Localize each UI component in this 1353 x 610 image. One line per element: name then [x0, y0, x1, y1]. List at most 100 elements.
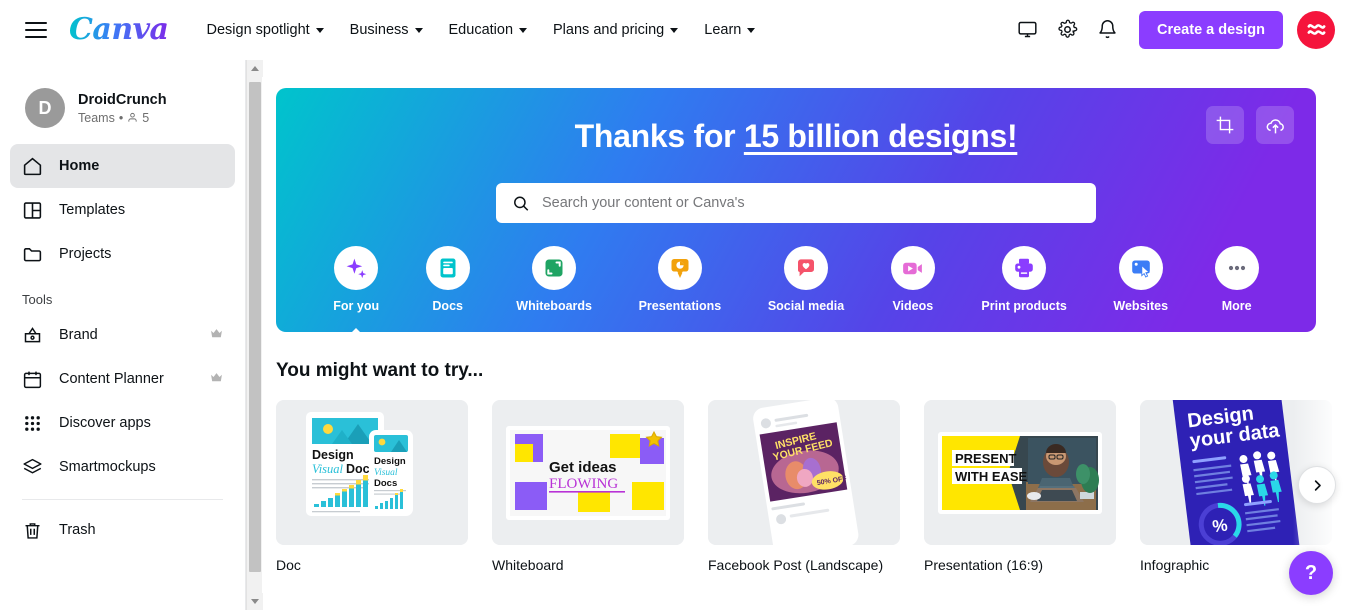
svg-text:Visual: Visual	[374, 468, 398, 478]
sparkle-icon	[334, 246, 379, 290]
category-for-you[interactable]: For you	[333, 246, 380, 332]
carousel-next-button[interactable]	[1298, 466, 1336, 504]
svg-text:Visual: Visual	[312, 462, 344, 476]
more-dots-icon	[1214, 246, 1259, 290]
hero-title-highlight: 15 billion designs!	[743, 118, 1018, 154]
gear-icon[interactable]	[1047, 10, 1087, 50]
search-input[interactable]	[542, 195, 1080, 211]
sidebar-item-label: Discover apps	[59, 415, 151, 431]
section-title: You might want to try...	[276, 360, 484, 381]
crop-design-icon[interactable]	[1206, 106, 1244, 144]
nav-label: Education	[448, 21, 514, 38]
hero-action-buttons	[1206, 106, 1294, 144]
sidebar-item-brand[interactable]: Brand	[10, 313, 235, 357]
team-type-label: Teams	[78, 110, 115, 125]
category-more[interactable]: More	[1214, 246, 1259, 313]
sidebar-tools-list: Brand Content Planner Discover apps Smar…	[0, 313, 245, 489]
separator-dot: •	[118, 110, 124, 125]
templates-icon	[23, 201, 42, 219]
crown-premium-icon	[210, 326, 223, 344]
svg-text:FLOWING: FLOWING	[549, 476, 618, 492]
chevron-down-icon	[414, 28, 423, 33]
category-label: Presentations	[638, 299, 722, 313]
scroll-up-arrow-icon[interactable]	[247, 60, 263, 77]
category-label: Print products	[981, 299, 1067, 313]
hamburger-menu-icon[interactable]	[25, 21, 47, 38]
category-label: More	[1221, 299, 1252, 313]
team-name: DroidCrunch	[78, 92, 167, 109]
sidebar-scrollbar[interactable]	[246, 60, 263, 610]
template-card-whiteboard[interactable]: Get ideas FLOWING Whiteboard	[492, 400, 684, 573]
sidebar-item-label: Brand	[59, 327, 98, 343]
create-a-design-button[interactable]: Create a design	[1139, 10, 1283, 49]
team-selector[interactable]: D DroidCrunch Teams • 5	[0, 60, 245, 128]
team-avatar: D	[25, 88, 65, 128]
calendar-icon	[23, 371, 42, 388]
cursor-screen-icon	[1118, 246, 1163, 290]
category-label: Docs	[432, 299, 463, 313]
category-videos[interactable]: Videos	[890, 246, 935, 313]
category-docs[interactable]: Docs	[425, 246, 470, 313]
chevron-down-icon	[670, 28, 679, 33]
chevron-right-icon	[1314, 479, 1321, 491]
scroll-down-arrow-icon[interactable]	[247, 593, 263, 610]
category-label: Videos	[892, 299, 934, 313]
layers-icon	[23, 458, 42, 473]
nav-item-plans-and-pricing[interactable]: Plans and pricing	[553, 22, 679, 38]
printer-icon	[1002, 246, 1047, 290]
user-avatar[interactable]	[1297, 10, 1335, 49]
scrollbar-thumb[interactable]	[249, 82, 261, 572]
hero-category-row: For you Docs Whiteboards Presentations S…	[276, 246, 1316, 332]
sidebar-item-label: Smartmockups	[59, 459, 156, 475]
presentation-icon	[657, 246, 702, 290]
cloud-upload-icon[interactable]	[1256, 106, 1294, 144]
category-websites[interactable]: Websites	[1113, 246, 1168, 313]
category-print-products[interactable]: Print products	[981, 246, 1067, 313]
sidebar-item-label: Trash	[59, 522, 96, 538]
svg-text:WITH EASE: WITH EASE	[955, 469, 1028, 484]
sidebar-item-label: Templates	[59, 202, 126, 218]
monitor-icon[interactable]	[1007, 10, 1047, 50]
svg-text:Design: Design	[374, 456, 406, 467]
category-label: Social media	[767, 299, 845, 313]
home-icon	[23, 157, 42, 175]
sidebar-item-templates[interactable]: Templates	[10, 188, 235, 232]
hero-search-bar[interactable]	[496, 183, 1096, 223]
trash-icon	[25, 522, 40, 539]
doc-thumb: Design Visual Docs Design Visual Docs	[276, 400, 468, 545]
sidebar-item-content-planner[interactable]: Content Planner	[10, 357, 235, 401]
category-presentations[interactable]: Presentations	[638, 246, 722, 313]
card-label: Facebook Post (Landscape)	[708, 557, 884, 573]
sidebar-item-home[interactable]: Home	[10, 144, 235, 188]
sidebar-item-trash[interactable]: Trash	[10, 508, 235, 552]
sidebar-item-discover-apps[interactable]: Discover apps	[10, 401, 235, 445]
category-social-media[interactable]: Social media	[768, 246, 844, 313]
sidebar-item-smartmockups[interactable]: Smartmockups	[10, 445, 235, 489]
sidebar-item-projects[interactable]: Projects	[10, 232, 235, 276]
card-label: Whiteboard	[492, 557, 564, 573]
category-whiteboards[interactable]: Whiteboards	[516, 246, 592, 313]
template-card-presentation[interactable]: PRESENT WITH EASE Presentation (16:9)	[924, 400, 1116, 573]
hero-title: Thanks for 15 billion designs!	[276, 118, 1316, 155]
nav-item-design-spotlight[interactable]: Design spotlight	[207, 22, 324, 38]
bell-icon[interactable]	[1087, 10, 1127, 50]
svg-text:Design: Design	[312, 448, 354, 462]
nav-item-learn[interactable]: Learn	[704, 22, 756, 38]
crown-premium-icon	[210, 370, 223, 388]
template-card-doc[interactable]: Design Visual Docs Design Visual Docs Do…	[276, 400, 468, 573]
card-label: Doc	[276, 557, 301, 573]
sidebar-item-label: Projects	[59, 246, 112, 262]
template-card-facebook-post[interactable]: INSPIRE YOUR FEED 50% OFF Facebook Post …	[708, 400, 900, 573]
sidebar-nav-list: Home Templates Projects	[0, 144, 245, 276]
team-subtitle: Teams • 5	[78, 111, 167, 125]
category-label: For you	[333, 299, 380, 313]
nav-item-education[interactable]: Education	[449, 22, 528, 38]
heart-chat-icon	[784, 246, 829, 290]
presentation-thumb: PRESENT WITH EASE	[924, 400, 1116, 545]
svg-text:%: %	[1211, 515, 1228, 536]
nav-item-business[interactable]: Business	[350, 22, 423, 38]
help-button[interactable]: ?	[1289, 551, 1333, 595]
whiteboard-thumb: Get ideas FLOWING	[492, 400, 684, 545]
canva-logo[interactable]: Canva	[69, 12, 169, 47]
card-label: Presentation (16:9)	[924, 557, 1044, 573]
